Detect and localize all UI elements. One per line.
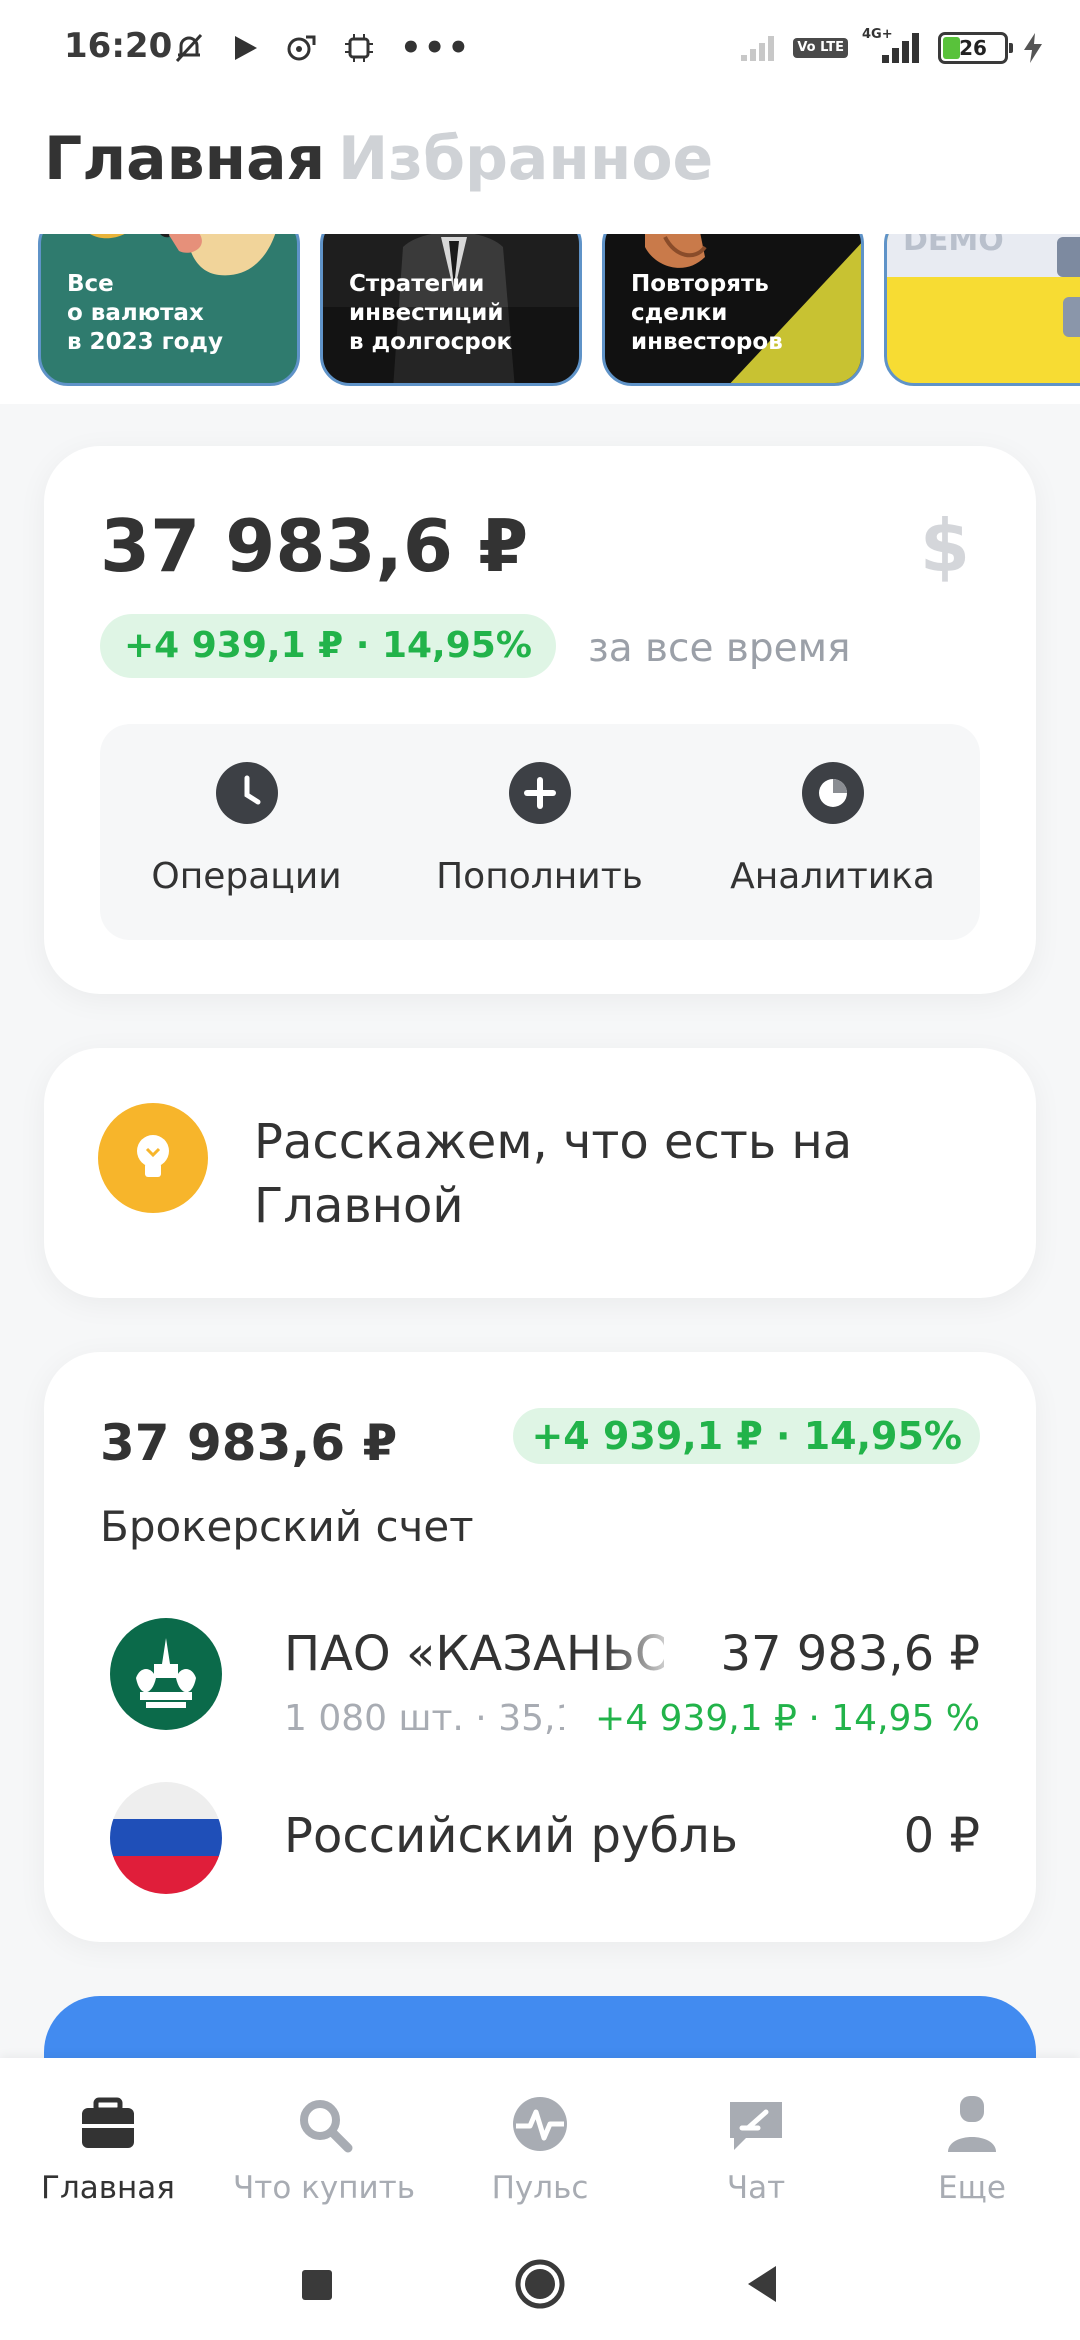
story-label-line: Стратегии: [349, 271, 485, 297]
story-card-copy-trades[interactable]: Повторять сделки инвесторов: [602, 234, 864, 386]
operations-label: Операции: [151, 856, 342, 897]
top-up-button[interactable]: Пополнить: [393, 724, 686, 940]
nav-item-what-to-buy[interactable]: Что купить: [216, 2078, 432, 2218]
story-label: Все о валютах в 2023 году: [67, 270, 223, 357]
lightbulb-icon: [98, 1103, 208, 1213]
account-gain-badge: +4 939,1 ₽ · 14,95%: [513, 1408, 980, 1464]
story-label: Повторять сделки инвесторов: [631, 270, 783, 357]
story-demo-label: DEMO: [903, 234, 1004, 258]
home-icon[interactable]: [506, 2250, 574, 2318]
story-label-line: Повторять: [631, 271, 769, 297]
volte-icon: Vo LTE: [793, 38, 848, 58]
story-label-line: о валютах: [67, 300, 204, 326]
operations-button[interactable]: Операции: [100, 724, 393, 940]
story-label-line: в долгосрок: [349, 329, 513, 355]
header: Главная Избранное: [0, 96, 1080, 234]
nav-label: Пульс: [491, 2170, 589, 2206]
stories-carousel[interactable]: Все о валютах в 2023 году Стратегии инве…: [0, 234, 1080, 404]
chip-icon: [345, 34, 373, 62]
top-up-label: Пополнить: [436, 856, 643, 897]
asset-change: +4 939,1 ₽ · 14,95 %: [595, 1698, 980, 1739]
portfolio-gain-badge: +4 939,1 ₽ · 14,95%: [100, 614, 556, 678]
story-card-demo[interactable]: DEMO: [884, 234, 1080, 386]
analytics-button[interactable]: Аналитика: [686, 724, 979, 940]
asset-quantity-price: 1 080 шт. · 35,17 ₽: [284, 1698, 564, 1739]
battery-level: 26: [959, 36, 987, 60]
currency-switch-button[interactable]: $: [920, 504, 970, 588]
asset-row-ruble[interactable]: Российский рубль 0 ₽: [44, 1778, 1036, 1898]
signal-icon: [741, 36, 775, 61]
main-screen-hint-card[interactable]: Расскажем, что есть на Главной: [44, 1048, 1036, 1298]
recent-apps-icon[interactable]: [282, 2250, 350, 2318]
status-icons-left: •••: [172, 28, 471, 68]
nav-item-more[interactable]: Еще: [864, 2078, 1080, 2218]
bottom-navigation: Главная Что купить Пульс Чат Еще: [0, 2058, 1080, 2228]
back-icon[interactable]: [728, 2250, 796, 2318]
story-card-strategies[interactable]: Стратегии инвестиций в долгосрок: [320, 234, 582, 386]
signal-4g-icon: 4G+: [862, 27, 924, 65]
tab-favorites[interactable]: Избранное: [338, 124, 713, 194]
nav-label: Главная: [41, 2170, 175, 2206]
portfolio-total: 37 983,6 ₽: [100, 504, 529, 588]
story-card-currencies[interactable]: Все о валютах в 2023 году: [38, 234, 300, 386]
status-bar: 16:20 ••• Vo LTE 4G+ 26: [0, 0, 1080, 96]
analytics-label: Аналитика: [730, 856, 935, 897]
search-icon: [300, 2100, 353, 2153]
bell-off-icon: [175, 33, 203, 63]
status-icons-right: Vo LTE 4G+ 26: [739, 27, 1044, 68]
asset-row-kazanorgsintez[interactable]: ПАО «КАЗАНЬОРГСИНТЕЗ» 1 080 шт. · 35,17 …: [44, 1614, 1036, 1739]
asset-value: 0 ₽: [903, 1808, 980, 1864]
clock-icon: [215, 762, 278, 824]
kazanorgsintez-logo: [110, 1618, 222, 1730]
battery-icon: 26: [938, 32, 1013, 64]
signal-bars-icon: [882, 33, 919, 63]
hint-text: Расскажем, что есть на Главной: [254, 1114, 853, 1234]
more-dots-icon: •••: [400, 28, 472, 68]
system-navigation-bar: [0, 2228, 1080, 2340]
status-time: 16:20: [64, 26, 173, 66]
portfolio-gain-caption: за все время: [588, 626, 851, 671]
profile-icon: [948, 2096, 996, 2152]
story-label-line: инвестиций: [349, 300, 504, 326]
battery-fill: [943, 37, 960, 59]
russia-flag-icon: [110, 1782, 222, 1894]
nav-item-pulse[interactable]: Пульс: [432, 2078, 648, 2218]
account-total: 37 983,6 ₽: [100, 1414, 398, 1472]
nav-label: Чат: [726, 2170, 786, 2206]
nav-item-chat[interactable]: Чат: [648, 2078, 864, 2218]
portfolio-card[interactable]: 37 983,6 ₽ $ +4 939,1 ₽ · 14,95% за все …: [44, 446, 1036, 994]
story-label-line: Все: [67, 271, 114, 297]
portfolio-actions: Операции Пополнить Аналитика: [100, 724, 980, 940]
donut-chart-icon: [801, 762, 864, 824]
briefcase-icon: [82, 2097, 134, 2148]
plus-circle-icon: [508, 762, 571, 824]
app-root: 16:20 ••• Vo LTE 4G+ 26 Главная Избранно…: [0, 0, 1080, 2340]
sync-icon: [287, 35, 316, 61]
account-name: Брокерский счет: [100, 1502, 474, 1551]
charging-icon: [1024, 33, 1042, 63]
asset-name: Российский рубль: [284, 1808, 738, 1864]
asset-value: 37 983,6 ₽: [720, 1626, 980, 1682]
pulse-icon: [513, 2097, 567, 2151]
chat-icon: [730, 2102, 782, 2150]
nav-label: Еще: [938, 2170, 1006, 2206]
story-label-line: в 2023 году: [67, 329, 223, 355]
tab-main[interactable]: Главная: [44, 124, 325, 194]
nav-label: Что купить: [233, 2170, 415, 2206]
play-icon: [235, 36, 257, 60]
broker-account-card[interactable]: 37 983,6 ₽ +4 939,1 ₽ · 14,95% Брокерски…: [44, 1352, 1036, 1942]
story-label-line: инвесторов: [631, 329, 783, 355]
story-label: Стратегии инвестиций в долгосрок: [349, 270, 512, 357]
nav-item-main[interactable]: Главная: [0, 2078, 216, 2218]
story-label-line: сделки: [631, 300, 728, 326]
